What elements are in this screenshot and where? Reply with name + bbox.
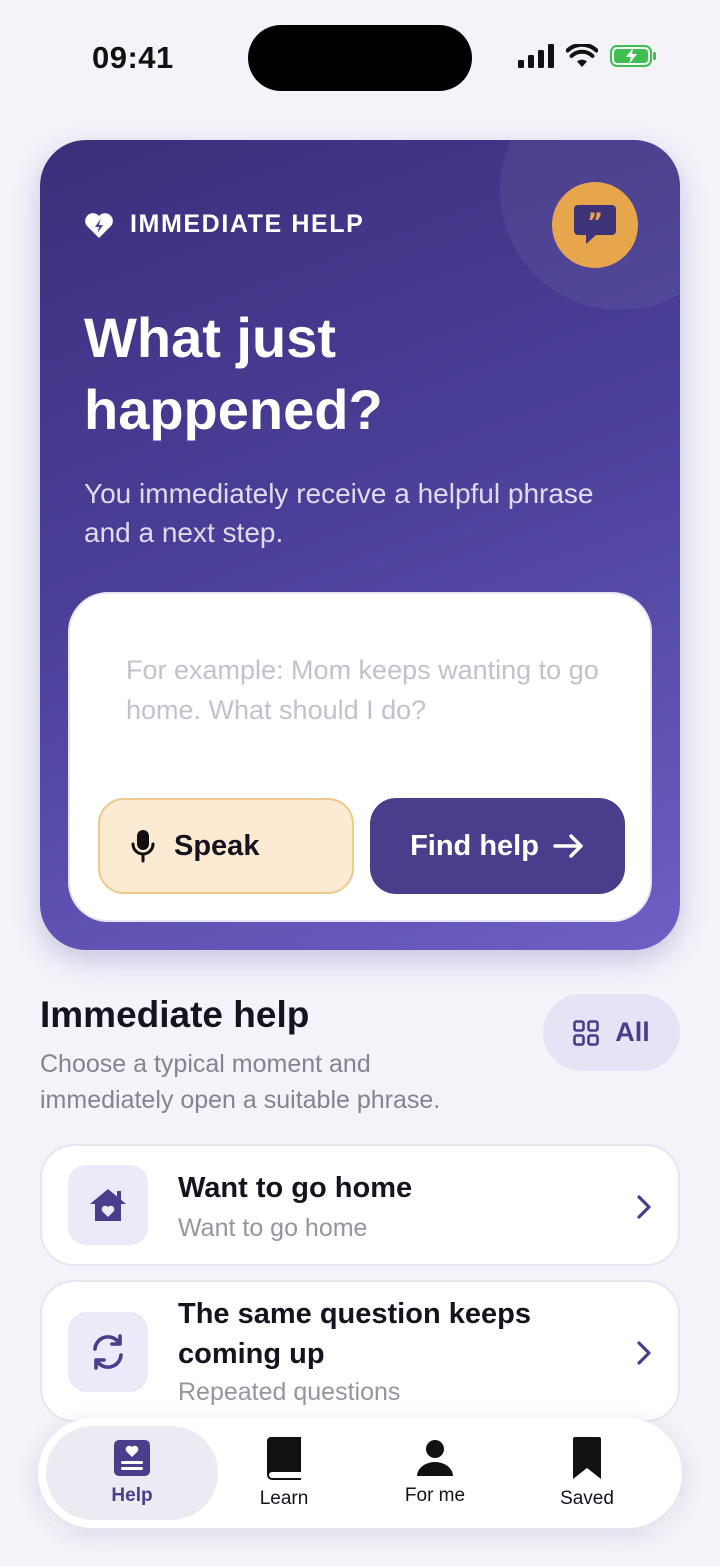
help-item-icon-box xyxy=(68,1312,148,1392)
tab-help[interactable]: Help xyxy=(46,1426,218,1520)
question-input-card: Speak Find help xyxy=(68,592,652,922)
tab-label: Learn xyxy=(259,1488,309,1509)
tab-learn[interactable]: Learn xyxy=(198,1426,370,1520)
help-item-title: Want to go home xyxy=(178,1172,413,1204)
speak-label: Speak xyxy=(174,829,260,862)
wifi-icon xyxy=(566,44,598,67)
help-item-repeated-questions[interactable]: The same question keeps coming up Repeat… xyxy=(40,1280,680,1422)
question-input[interactable] xyxy=(126,650,606,750)
find-help-label: Find help xyxy=(410,829,539,862)
hero-eyebrow-text: IMMEDIATE HELP xyxy=(130,210,365,238)
repeat-icon xyxy=(93,1334,123,1370)
quote-icon: ” xyxy=(574,205,616,244)
hero-eyebrow: IMMEDIATE HELP xyxy=(84,210,364,239)
hero-card: IMMEDIATE HELP ” What just happened? You… xyxy=(40,140,680,950)
all-button[interactable]: All xyxy=(543,994,680,1071)
quote-button[interactable]: ” xyxy=(552,182,638,268)
chevron-right-icon xyxy=(637,1195,651,1219)
bookmark-icon xyxy=(573,1437,601,1479)
hero-title: What just happened? xyxy=(84,306,383,441)
help-item-icon-box xyxy=(68,1165,148,1245)
microphone-icon xyxy=(131,830,155,863)
status-time: 09:41 xyxy=(92,40,174,75)
tab-label: For me xyxy=(404,1485,466,1506)
speak-button[interactable]: Speak xyxy=(98,798,354,894)
grid-icon xyxy=(573,1019,600,1046)
help-item-subtitle: Repeated questions xyxy=(178,1378,401,1406)
chevron-right-icon xyxy=(637,1341,651,1365)
help-item-want-to-go-home[interactable]: Want to go home Want to go home xyxy=(40,1144,680,1266)
all-label: All xyxy=(615,1017,650,1047)
help-tab-icon xyxy=(114,1440,150,1476)
section-title: Immediate help xyxy=(40,994,310,1035)
status-icons xyxy=(518,44,658,68)
tab-saved[interactable]: Saved xyxy=(501,1426,673,1520)
arrow-right-icon xyxy=(553,834,583,858)
heart-pulse-icon xyxy=(85,212,113,238)
find-help-button[interactable]: Find help xyxy=(370,798,625,894)
tab-bar: Help Learn For me Saved xyxy=(38,1418,682,1528)
battery-icon xyxy=(610,45,656,67)
signal-icon xyxy=(518,44,554,68)
dynamic-island xyxy=(248,25,472,91)
person-icon xyxy=(417,1440,453,1476)
help-item-title: The same question keeps coming up xyxy=(178,1298,531,1370)
status-bar: 09:41 xyxy=(0,0,720,116)
tab-for-me[interactable]: For me xyxy=(349,1426,521,1520)
tab-label: Help xyxy=(111,1485,153,1506)
hero-subtitle: You immediately receive a helpful phrase… xyxy=(84,478,594,548)
svg-text:”: ” xyxy=(587,208,603,236)
home-icon xyxy=(90,1189,126,1221)
book-icon xyxy=(267,1437,301,1480)
tab-label: Saved xyxy=(560,1488,614,1509)
help-item-subtitle: Want to go home xyxy=(178,1214,368,1242)
section-description: Choose a typical moment and immediately … xyxy=(40,1050,441,1114)
